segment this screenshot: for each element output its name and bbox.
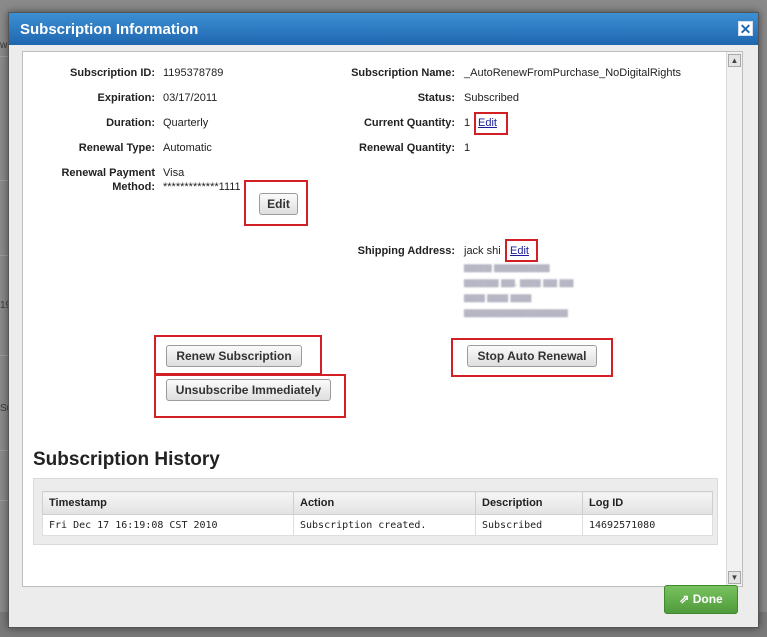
history-header-row: Timestamp Action Description Log ID: [42, 491, 713, 515]
done-button[interactable]: ⇗ Done: [664, 585, 738, 614]
scroll-down-icon[interactable]: ▼: [728, 571, 741, 584]
subscription-name-value: _AutoRenewFromPurchase_NoDigitalRights: [464, 67, 682, 79]
highlight-box: [154, 374, 346, 418]
renewal-type-value: Automatic: [163, 142, 212, 154]
current-quantity-label: Current Quantity:: [363, 117, 455, 129]
renewal-type-label: Renewal Type:: [78, 142, 155, 154]
column-header-action: Action: [293, 491, 476, 515]
scroll-up-icon[interactable]: ▲: [728, 54, 741, 67]
background-text-fragment: w: [0, 40, 8, 51]
subscription-name-label: Subscription Name:: [351, 67, 455, 79]
subscription-id-value: 1195378789: [163, 67, 224, 79]
column-header-description: Description: [475, 491, 583, 515]
close-icon[interactable]: ✕: [738, 21, 753, 36]
column-header-log-id: Log ID: [582, 491, 713, 515]
renewal-quantity-label: Renewal Quantity:: [359, 142, 455, 154]
payment-card-number: *************1111: [163, 181, 241, 193]
highlight-box: [154, 335, 322, 375]
shipping-name: jack shi: [464, 245, 501, 257]
cell-timestamp: Fri Dec 17 16:19:08 CST 2010: [42, 514, 294, 536]
renewal-payment-label: Renewal Payment: [61, 167, 155, 179]
modal-title: Subscription Information: [20, 21, 199, 38]
status-label: Status:: [417, 92, 455, 104]
vertical-scrollbar[interactable]: ▲ ▼: [726, 52, 742, 586]
done-label: Done: [692, 592, 723, 606]
subscription-id-label: Subscription ID:: [70, 67, 155, 79]
status-value: Subscribed: [464, 92, 520, 104]
history-table-container: Timestamp Action Description Log ID Fri …: [33, 478, 718, 545]
cell-log-id: 14692571080: [582, 514, 713, 536]
cell-description: Subscribed: [475, 514, 583, 536]
renewal-quantity-value: 1: [464, 142, 471, 154]
payment-card-type: Visa: [163, 167, 185, 179]
renewal-payment-label-method: Method:: [112, 181, 155, 193]
highlight-box: [474, 112, 508, 135]
modal-titlebar: Subscription Information ✕: [9, 13, 758, 45]
expiration-value: 03/17/2011: [163, 92, 218, 104]
table-row: Fri Dec 17 16:19:08 CST 2010 Subscriptio…: [42, 514, 713, 536]
expiration-label: Expiration:: [97, 92, 155, 104]
highlight-box: [244, 180, 308, 226]
shipping-address-label: Shipping Address:: [357, 245, 455, 257]
modal-content: Subscription ID: 1195378789 Expiration: …: [22, 51, 743, 587]
highlight-box: [451, 338, 613, 377]
subscription-modal: Subscription Information ✕ Subscription …: [8, 12, 759, 628]
duration-label: Duration:: [106, 117, 155, 129]
history-table: Timestamp Action Description Log ID Fri …: [42, 491, 713, 536]
subscription-history-title: Subscription History: [33, 449, 220, 470]
highlight-box: [505, 239, 538, 262]
column-header-timestamp: Timestamp: [42, 491, 294, 515]
duration-value: Quarterly: [163, 117, 209, 129]
cell-action: Subscription created.: [293, 514, 476, 536]
share-icon: ⇗: [679, 592, 690, 606]
current-quantity-value: 1: [464, 117, 471, 129]
